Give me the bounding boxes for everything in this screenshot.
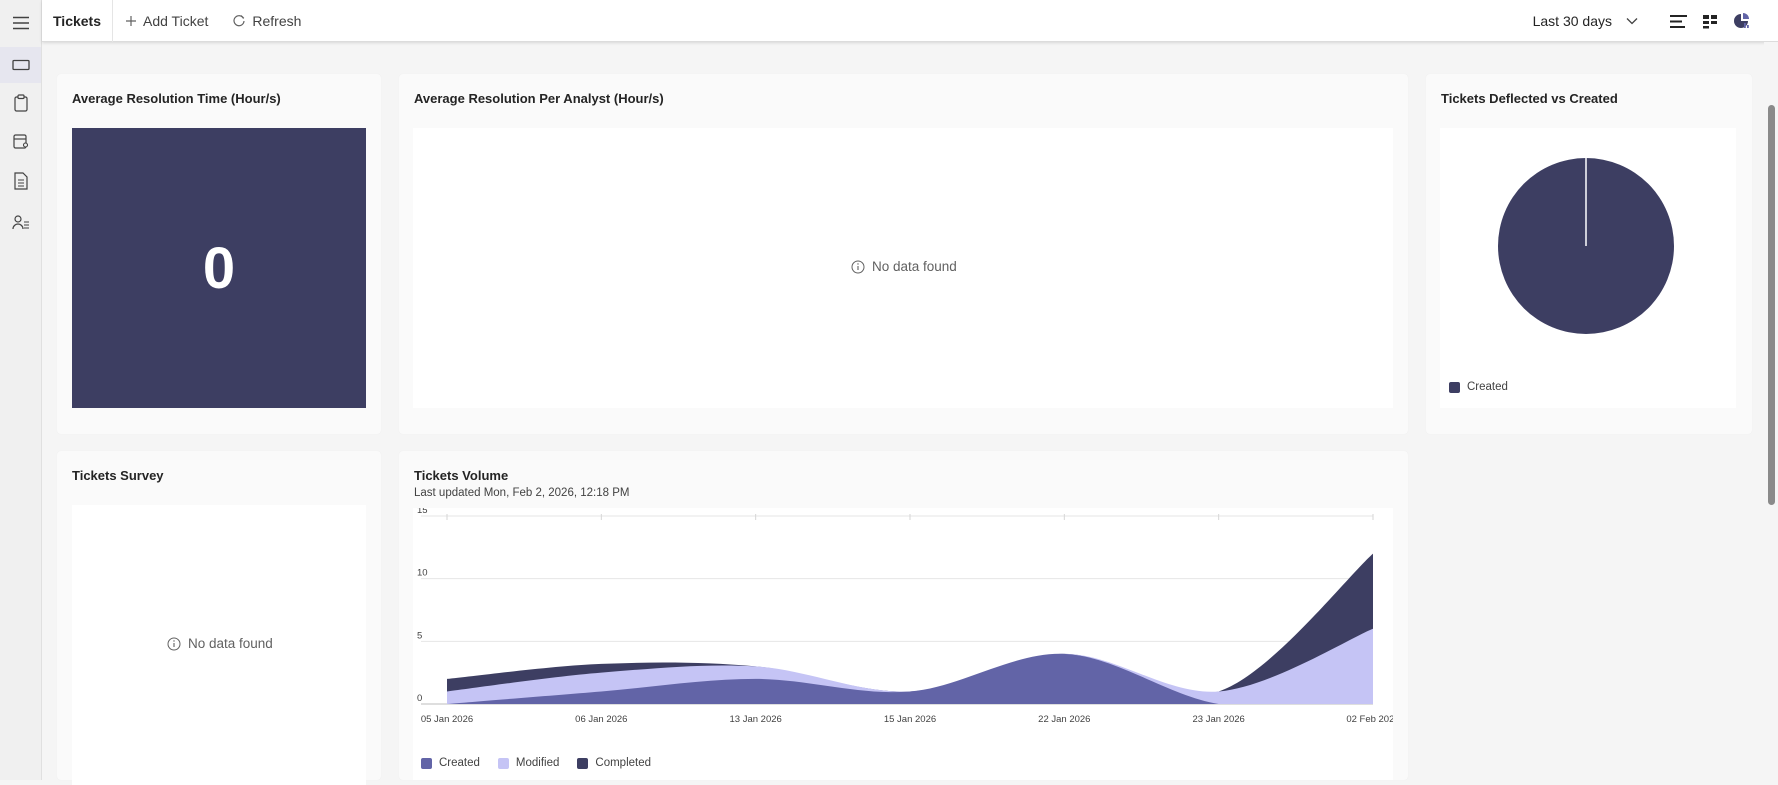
no-data-message: No data found: [167, 636, 273, 651]
top-bar: Tickets Add Ticket Refresh Last 30 days: [42, 0, 1778, 42]
resolution-tile: 0: [72, 128, 366, 408]
card-resolution-per-analyst: Average Resolution Per Analyst (Hour/s) …: [399, 74, 1408, 434]
board-view-button[interactable]: [1694, 14, 1726, 29]
legend-label: Created: [1467, 381, 1508, 393]
legend-item-created[interactable]: Created: [1449, 381, 1508, 393]
hamburger-icon: [12, 16, 29, 30]
volume-chart-area: 0 5 10 15 05 Jan 2026 06 Jan 2026 13 Jan 2026 1…: [413, 508, 1393, 780]
nav-users[interactable]: [0, 204, 41, 240]
nav-tasks[interactable]: [0, 85, 41, 121]
x-tick-label: 06 Jan 2026: [575, 714, 627, 725]
add-ticket-label: Add Ticket: [143, 12, 209, 29]
card-title: Tickets Survey: [72, 468, 164, 483]
list-view-button[interactable]: [1662, 14, 1694, 29]
refresh-label: Refresh: [252, 12, 302, 29]
x-tick-label: 05 Jan 2026: [421, 714, 473, 725]
no-data-text: No data found: [188, 636, 273, 651]
date-range-value: Last 30 days: [1532, 13, 1612, 29]
people-list-icon: [11, 215, 29, 230]
dashboard-view-button[interactable]: [1726, 12, 1758, 30]
card-tickets-volume: Tickets Volume Last updated Mon, Feb 2, …: [399, 451, 1408, 780]
page-scrollbar[interactable]: [1764, 42, 1778, 780]
legend-swatch: [577, 757, 589, 769]
chevron-down-icon: [1626, 18, 1638, 25]
nav-tickets[interactable]: [0, 47, 41, 83]
list-view-icon: [1669, 14, 1687, 28]
database-user-icon: [12, 134, 28, 149]
refresh-button[interactable]: Refresh: [232, 13, 301, 29]
refresh-icon: [233, 14, 245, 26]
legend-label: Created: [439, 757, 480, 769]
nav-assets[interactable]: [0, 124, 41, 160]
ticket-icon: [11, 59, 30, 71]
info-icon: [851, 260, 865, 273]
survey-chart-area: No data found: [72, 505, 366, 785]
y-tick-label: 0: [417, 693, 422, 704]
legend-swatch: [497, 757, 509, 769]
card-title: Tickets Deflected vs Created: [1441, 91, 1618, 106]
y-tick-label: 10: [417, 568, 428, 579]
info-icon: [167, 637, 181, 650]
y-tick-label: 15: [417, 508, 428, 516]
card-title: Average Resolution Per Analyst (Hour/s): [414, 91, 664, 106]
clipboard-icon: [13, 94, 28, 112]
card-title: Average Resolution Time (Hour/s): [72, 91, 281, 106]
x-tick-label: 13 Jan 2026: [730, 714, 782, 725]
card-average-resolution: Average Resolution Time (Hour/s) 0: [57, 74, 381, 434]
pie-chart: [1498, 158, 1674, 334]
card-deflected-vs-created: Tickets Deflected vs Created Created: [1426, 74, 1752, 434]
pie-chart-icon: [1734, 13, 1749, 28]
no-data-message: No data found: [851, 259, 957, 274]
legend-item-completed[interactable]: Completed: [577, 757, 651, 769]
page-title: Tickets: [42, 0, 113, 42]
legend-label: Completed: [595, 757, 652, 769]
x-tick-label: 22 Jan 2026: [1038, 714, 1090, 725]
board-view-icon: [1703, 14, 1717, 28]
resolution-value: 0: [202, 235, 236, 301]
add-ticket-button[interactable]: Add Ticket: [125, 13, 208, 29]
scrollbar-thumb[interactable]: [1768, 105, 1775, 505]
x-tick-label: 15 Jan 2026: [884, 714, 936, 725]
area-chart: 0 5 10 15 05 Jan 2026 06 Jan 2026 13 Jan 2026 1…: [417, 508, 1393, 725]
nav-reports[interactable]: [0, 163, 41, 199]
analyst-chart-area: No data found: [413, 128, 1393, 408]
x-tick-label: 02 Feb 2026: [1346, 714, 1393, 725]
menu-button[interactable]: [0, 5, 41, 41]
legend-item-modified[interactable]: Modified: [497, 757, 560, 769]
date-range-dropdown[interactable]: Last 30 days: [1533, 13, 1638, 29]
left-rail: [0, 0, 42, 780]
legend-swatch: [421, 757, 432, 769]
y-tick-label: 5: [417, 630, 422, 641]
document-icon: [13, 172, 28, 190]
last-updated-text: Last updated Mon, Feb 2, 2026, 12:18 PM: [414, 487, 630, 499]
legend-item-created[interactable]: Created: [421, 757, 480, 769]
card-title: Tickets Volume: [414, 468, 509, 483]
no-data-text: No data found: [872, 259, 957, 274]
legend-label: Modified: [515, 757, 560, 769]
chart-legend: Created Modified Completed: [421, 757, 651, 769]
x-tick-label: 23 Jan 2026: [1193, 714, 1245, 725]
pie-chart-area: Created: [1440, 128, 1736, 408]
card-tickets-survey: Tickets Survey No data found: [57, 451, 381, 785]
legend-swatch: [1449, 381, 1460, 393]
plus-icon: [126, 15, 136, 26]
